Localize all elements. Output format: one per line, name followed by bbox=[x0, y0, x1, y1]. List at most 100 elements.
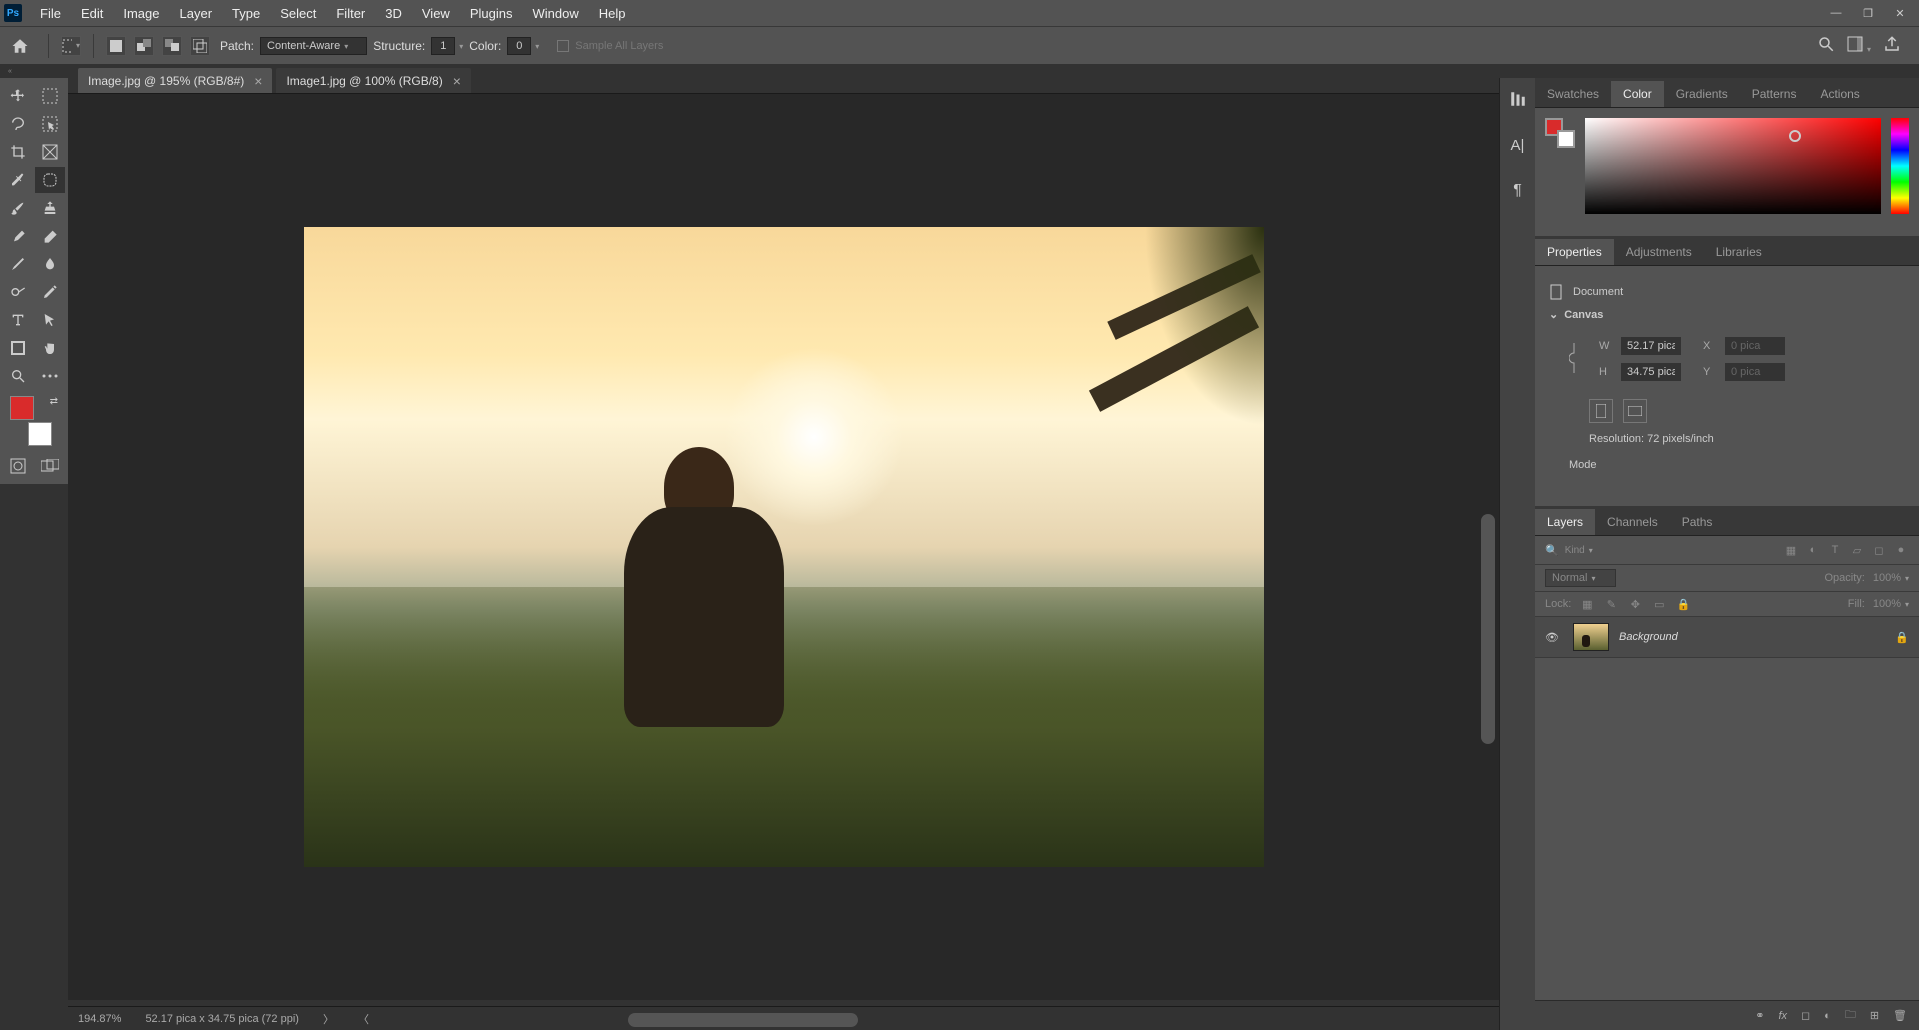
more-tools[interactable] bbox=[35, 363, 65, 389]
link-dimensions-icon[interactable] bbox=[1569, 343, 1579, 376]
clone-stamp-tool[interactable] bbox=[35, 195, 65, 221]
layer-visibility-icon[interactable]: 👁 bbox=[1545, 631, 1563, 644]
shape-tool[interactable] bbox=[3, 335, 33, 361]
filter-type-icon[interactable]: T bbox=[1827, 542, 1843, 558]
filter-pixel-icon[interactable]: ▦ bbox=[1783, 542, 1799, 558]
lock-transparent-icon[interactable]: ▦ bbox=[1579, 596, 1595, 612]
lock-position-icon[interactable]: ✥ bbox=[1627, 596, 1643, 612]
filter-adjust-icon[interactable]: ◐ bbox=[1805, 542, 1821, 558]
sample-all-checkbox[interactable] bbox=[557, 40, 569, 52]
structure-stepper[interactable] bbox=[455, 40, 463, 52]
horizontal-scrollbar[interactable] bbox=[628, 1013, 858, 1027]
quick-mask-tool[interactable] bbox=[3, 453, 33, 479]
document-dimensions[interactable]: 52.17 pica x 34.75 pica (72 ppi) bbox=[145, 1013, 299, 1025]
menu-window[interactable]: Window bbox=[522, 2, 588, 25]
subtract-selection-icon[interactable] bbox=[162, 36, 182, 56]
layer-thumbnail[interactable] bbox=[1573, 623, 1609, 651]
close-tab-icon[interactable]: × bbox=[254, 73, 262, 89]
patch-mode-select[interactable]: Content-Aware bbox=[260, 37, 367, 55]
document-tab-2[interactable]: Image1.jpg @ 100% (RGB/8)× bbox=[276, 68, 470, 93]
add-selection-icon[interactable] bbox=[134, 36, 154, 56]
crop-tool[interactable] bbox=[3, 139, 33, 165]
background-color[interactable] bbox=[28, 422, 52, 446]
color-stepper[interactable] bbox=[531, 40, 539, 52]
opacity-input[interactable]: 100% bbox=[1873, 572, 1909, 584]
tab-patterns[interactable]: Patterns bbox=[1740, 81, 1809, 107]
filter-toggle[interactable]: ● bbox=[1893, 542, 1909, 558]
tab-swatches[interactable]: Swatches bbox=[1535, 81, 1611, 107]
menu-file[interactable]: File bbox=[30, 2, 71, 25]
hue-slider[interactable] bbox=[1891, 118, 1909, 214]
move-tool[interactable] bbox=[3, 83, 33, 109]
lock-artboard-icon[interactable]: ▭ bbox=[1651, 596, 1667, 612]
document-tab-1[interactable]: Image.jpg @ 195% (RGB/8#)× bbox=[78, 68, 272, 93]
height-input[interactable] bbox=[1621, 363, 1681, 381]
tab-paths[interactable]: Paths bbox=[1670, 509, 1725, 535]
status-caret-left[interactable]: 〈 bbox=[358, 1011, 369, 1027]
filter-shape-icon[interactable]: ▱ bbox=[1849, 542, 1865, 558]
pen-tool[interactable] bbox=[35, 279, 65, 305]
paragraph-panel-icon[interactable]: ¶ bbox=[1507, 180, 1529, 202]
tab-properties[interactable]: Properties bbox=[1535, 239, 1614, 265]
intersect-selection-icon[interactable] bbox=[190, 36, 210, 56]
portrait-orientation[interactable] bbox=[1589, 399, 1613, 423]
foreground-color[interactable] bbox=[10, 396, 34, 420]
landscape-orientation[interactable] bbox=[1623, 399, 1647, 423]
panel-color-swatches[interactable] bbox=[1545, 118, 1575, 148]
menu-image[interactable]: Image bbox=[113, 2, 169, 25]
menu-view[interactable]: View bbox=[412, 2, 460, 25]
eyedropper-tool[interactable] bbox=[3, 167, 33, 193]
tab-libraries[interactable]: Libraries bbox=[1704, 239, 1774, 265]
brush-tool[interactable] bbox=[3, 195, 33, 221]
maximize-button[interactable]: ❐ bbox=[1853, 3, 1883, 23]
menu-select[interactable]: Select bbox=[270, 2, 326, 25]
canvas-section-header[interactable]: ⌄Canvas bbox=[1549, 308, 1905, 321]
group-layers-icon[interactable]: 🗀 bbox=[1845, 1006, 1856, 1025]
toolbar-handle[interactable]: « bbox=[2, 66, 17, 77]
new-selection-icon[interactable] bbox=[106, 36, 126, 56]
color-cursor[interactable] bbox=[1789, 130, 1801, 142]
layer-item[interactable]: 👁 Background 🔒 bbox=[1535, 617, 1919, 658]
history-brush-tool[interactable] bbox=[3, 223, 33, 249]
menu-plugins[interactable]: Plugins bbox=[460, 2, 523, 25]
layer-style-icon[interactable]: fx bbox=[1778, 1010, 1787, 1022]
menu-type[interactable]: Type bbox=[222, 2, 270, 25]
link-layers-icon[interactable]: ⚭ bbox=[1755, 1009, 1764, 1022]
color-swatches[interactable]: ⇄ bbox=[10, 396, 58, 446]
tab-color[interactable]: Color bbox=[1611, 81, 1664, 107]
color-field[interactable] bbox=[1585, 118, 1881, 214]
share-icon[interactable] bbox=[1883, 35, 1901, 56]
vertical-scrollbar[interactable] bbox=[1481, 514, 1495, 744]
menu-layer[interactable]: Layer bbox=[170, 2, 223, 25]
patch-tool[interactable] bbox=[35, 167, 65, 193]
zoom-tool[interactable] bbox=[3, 363, 33, 389]
menu-edit[interactable]: Edit bbox=[71, 2, 113, 25]
gradient-tool[interactable] bbox=[3, 251, 33, 277]
x-input[interactable] bbox=[1725, 337, 1785, 355]
swap-colors-icon[interactable]: ⇄ bbox=[50, 396, 58, 407]
patch-selection-mode[interactable] bbox=[61, 36, 81, 56]
fill-input[interactable]: 100% bbox=[1873, 598, 1909, 610]
close-tab-icon[interactable]: × bbox=[453, 73, 461, 89]
dodge-tool[interactable] bbox=[3, 279, 33, 305]
structure-input[interactable]: 1 bbox=[431, 37, 455, 55]
width-input[interactable] bbox=[1621, 337, 1681, 355]
search-icon[interactable] bbox=[1817, 35, 1835, 56]
tab-actions[interactable]: Actions bbox=[1808, 81, 1871, 107]
canvas-viewport[interactable] bbox=[68, 94, 1499, 1000]
delete-layer-icon[interactable]: 🗑 bbox=[1893, 1009, 1907, 1022]
layer-name[interactable]: Background bbox=[1619, 631, 1678, 643]
screen-mode-tool[interactable] bbox=[35, 453, 65, 479]
blur-tool[interactable] bbox=[35, 251, 65, 277]
brushes-panel-icon[interactable] bbox=[1507, 88, 1529, 110]
path-select-tool[interactable] bbox=[35, 307, 65, 333]
color-input[interactable]: 0 bbox=[507, 37, 531, 55]
status-caret[interactable]: 〉 bbox=[323, 1011, 334, 1027]
minimize-button[interactable]: — bbox=[1821, 3, 1851, 23]
marquee-tool[interactable] bbox=[35, 83, 65, 109]
lock-all-icon[interactable]: 🔒 bbox=[1675, 596, 1691, 612]
tab-gradients[interactable]: Gradients bbox=[1664, 81, 1740, 107]
zoom-level[interactable]: 194.87% bbox=[78, 1013, 121, 1025]
home-button[interactable] bbox=[6, 32, 34, 60]
eraser-tool[interactable] bbox=[35, 223, 65, 249]
